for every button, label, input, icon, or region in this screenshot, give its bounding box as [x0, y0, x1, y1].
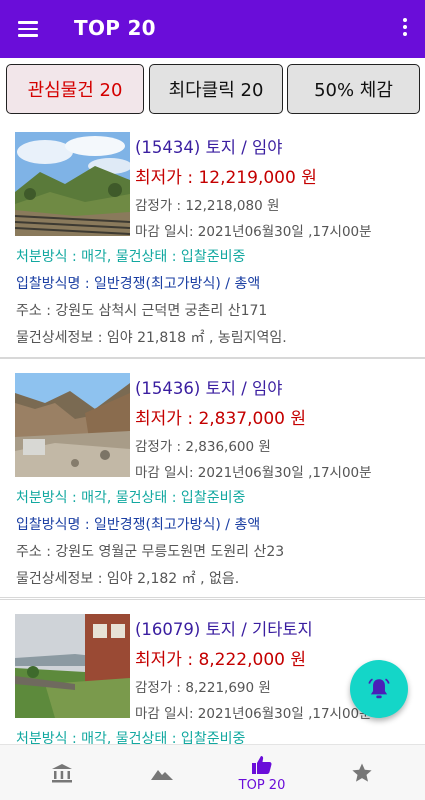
bank-icon	[52, 763, 72, 782]
property-photo[interactable]	[15, 132, 130, 236]
nav-label: TOP 20	[238, 778, 286, 793]
nav-item-top20[interactable]: TOP 20	[212, 745, 312, 800]
property-list: (15434) 토지 / 임야 최저가 : 12,219,000 원 감정가 :…	[0, 118, 425, 744]
property-photo[interactable]	[15, 373, 130, 477]
property-title: (15434) 토지 / 임야	[135, 138, 283, 157]
tab-50-percent-drop[interactable]: 50% 체감	[287, 64, 420, 114]
property-detail: 물건상세정보 : 임야 21,818 ㎡ , 농림지역임.	[16, 330, 287, 346]
notification-fab[interactable]	[350, 660, 408, 718]
property-card[interactable]: (15436) 토지 / 임야 최저가 : 2,837,000 원 감정가 : …	[0, 358, 425, 598]
nav-item-bank[interactable]	[12, 745, 112, 800]
property-card[interactable]: (15434) 토지 / 임야 최저가 : 12,219,000 원 감정가 :…	[0, 118, 425, 358]
thumbs-up-icon	[252, 756, 272, 774]
property-title: (15436) 토지 / 임야	[135, 379, 283, 398]
address: 주소 : 강원도 삼척시 근덕면 궁촌리 산171	[16, 303, 268, 319]
property-detail: 물건상세정보 : 임야 2,182 ㎡ , 없음.	[16, 571, 240, 587]
tab-interest-20[interactable]: 관심물건 20	[6, 64, 144, 114]
bid-method: 입찰방식명 : 일반경쟁(최고가방식) / 총액	[16, 276, 261, 292]
filter-tabs: 관심물건 20 최다클릭 20 50% 체감	[0, 58, 425, 118]
deadline: 마감 일시: 2021년06월30일 ,17시00분	[135, 224, 372, 240]
menu-icon[interactable]	[14, 17, 44, 41]
appraisal-price: 감정가 : 12,218,080 원	[135, 198, 280, 214]
minimum-price: 최저가 : 8,222,000 원	[135, 650, 307, 670]
property-title: (16079) 토지 / 기타토지	[135, 620, 313, 639]
app-bar: TOP 20	[0, 0, 425, 58]
appraisal-price: 감정가 : 8,221,690 원	[135, 680, 271, 696]
bell-alert-icon	[368, 678, 390, 699]
property-photo[interactable]	[15, 614, 130, 718]
bid-method: 입찰방식명 : 일반경쟁(최고가방식) / 총액	[16, 517, 261, 533]
mountain-icon	[151, 769, 173, 780]
tab-most-clicked-20[interactable]: 최다클릭 20	[149, 64, 283, 114]
nav-item-land[interactable]	[112, 745, 212, 800]
more-options-icon[interactable]	[401, 18, 409, 40]
nav-item-favorites[interactable]	[312, 745, 412, 800]
disposal-method: 처분방식 : 매각, 물건상태 : 입찰준비중	[16, 490, 246, 506]
disposal-method: 처분방식 : 매각, 물건상태 : 입찰준비중	[16, 731, 246, 744]
address: 주소 : 강원도 영월군 무릉도원면 도원리 산23	[16, 544, 285, 560]
deadline: 마감 일시: 2021년06월30일 ,17시00분	[135, 465, 372, 481]
minimum-price: 최저가 : 12,219,000 원	[135, 168, 317, 188]
appraisal-price: 감정가 : 2,836,600 원	[135, 439, 271, 455]
page-title: TOP 20	[74, 16, 156, 40]
minimum-price: 최저가 : 2,837,000 원	[135, 409, 307, 429]
disposal-method: 처분방식 : 매각, 물건상태 : 입찰준비중	[16, 249, 246, 265]
bottom-navigation: TOP 20	[0, 744, 425, 800]
star-icon	[352, 763, 372, 782]
